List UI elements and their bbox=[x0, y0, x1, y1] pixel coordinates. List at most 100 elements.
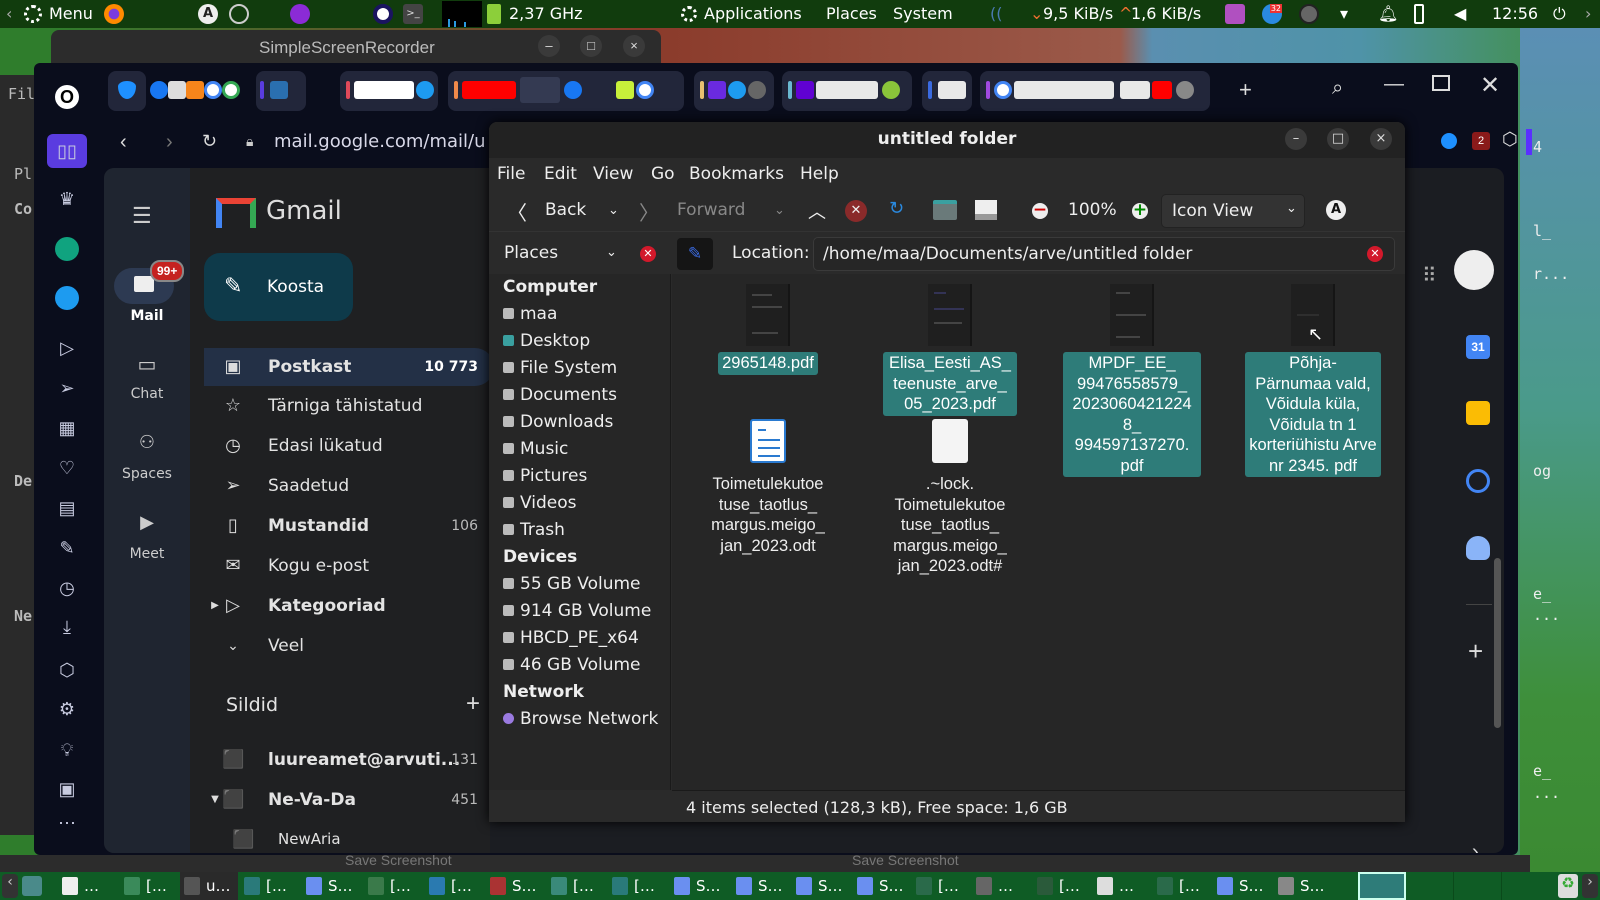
tab-group[interactable] bbox=[922, 71, 972, 111]
volume-icon[interactable]: ◀︎ bbox=[1454, 4, 1466, 23]
back-button[interactable]: ‹ bbox=[120, 131, 127, 154]
location-input[interactable]: /home/maa/Documents/arve/untitled folder… bbox=[813, 237, 1395, 271]
apps-grid-icon[interactable]: ▦ bbox=[55, 416, 79, 440]
file-item[interactable]: Elisa_Eesti_AS_ teenuste_arve_ 05_2023.p… bbox=[875, 284, 1025, 416]
side-pane-select[interactable]: Places bbox=[504, 243, 558, 263]
panel-scroll-right[interactable]: › bbox=[1585, 4, 1591, 23]
tor-browser-icon[interactable] bbox=[290, 4, 310, 24]
get-addons-button[interactable]: + bbox=[1468, 636, 1483, 667]
vpn-icon[interactable]: ▣ bbox=[55, 777, 79, 801]
gmail-logo[interactable]: Gmail bbox=[266, 196, 342, 226]
place-trash[interactable]: Trash bbox=[503, 520, 565, 540]
add-label-button[interactable]: + bbox=[466, 690, 480, 718]
chat-icon[interactable]: ▭ bbox=[104, 352, 190, 376]
stop-button[interactable]: ✕ bbox=[845, 200, 867, 222]
taskbar-window-button[interactable]: … bbox=[972, 872, 1030, 900]
telegram-icon[interactable]: 32 bbox=[1262, 4, 1282, 24]
workspace-switcher-active[interactable] bbox=[1358, 872, 1406, 900]
url-field[interactable]: mail.google.com/mail/u bbox=[274, 131, 486, 152]
place-videos[interactable]: Videos bbox=[503, 493, 577, 513]
search-app-icon[interactable]: A bbox=[198, 4, 218, 24]
nav-drafts[interactable]: ▯ Mustandid 106 bbox=[204, 507, 494, 545]
minimize-button[interactable]: — bbox=[1384, 73, 1404, 96]
nav-all-mail[interactable]: ✉ Kogu e-post bbox=[204, 547, 474, 585]
battery-icon[interactable] bbox=[1414, 4, 1424, 24]
show-side-panel-button[interactable]: › bbox=[1472, 841, 1479, 853]
taskbar-window-button[interactable]: S… bbox=[792, 872, 850, 900]
clear-location-button[interactable]: ✕ bbox=[1367, 246, 1383, 262]
title-bar[interactable]: untitled folder – □ × bbox=[489, 122, 1405, 158]
system-menu[interactable]: System bbox=[893, 4, 953, 23]
nav-starred[interactable]: ☆ Tärniga tähistatud bbox=[204, 387, 474, 425]
file-item[interactable]: Põhja- Pärnumaa vald, Võidula küla, Võid… bbox=[1238, 284, 1388, 477]
back-history-dropdown[interactable]: ⌄ bbox=[608, 203, 619, 218]
tab-group[interactable] bbox=[340, 71, 438, 111]
player-icon[interactable]: ▷ bbox=[55, 336, 79, 360]
close-button[interactable]: × bbox=[623, 35, 645, 57]
menu-go[interactable]: Go bbox=[651, 164, 675, 184]
reload-button[interactable]: ↻ bbox=[889, 198, 904, 219]
menu-file[interactable]: File bbox=[497, 164, 525, 184]
taskbar-scroll-left[interactable]: ‹ bbox=[2, 874, 18, 898]
tab-group[interactable] bbox=[980, 71, 1210, 111]
taskbar-window-button[interactable]: S… bbox=[1274, 872, 1332, 900]
wifi-icon[interactable]: ▾ bbox=[1340, 4, 1348, 23]
taskbar-window-button[interactable]: [… bbox=[425, 872, 483, 900]
maximize-button[interactable] bbox=[1432, 75, 1450, 91]
zoom-in-button[interactable]: + bbox=[1132, 202, 1148, 219]
place-pictures[interactable]: Pictures bbox=[503, 466, 587, 486]
chevron-down-icon[interactable]: ⌄ bbox=[606, 245, 617, 260]
workspace-switcher[interactable] bbox=[1454, 872, 1502, 900]
forward-button[interactable]: Forward bbox=[677, 200, 745, 220]
maximize-button[interactable]: □ bbox=[1327, 128, 1349, 150]
taskbar-window-button[interactable]: [… bbox=[240, 872, 298, 900]
forward-button[interactable]: › bbox=[166, 131, 173, 154]
label-item[interactable]: ⬛ luureamet@arvuti... 131 bbox=[204, 741, 494, 779]
device-item[interactable]: 55 GB Volume bbox=[503, 574, 641, 594]
nav-more[interactable]: ⌄ Veel bbox=[204, 627, 474, 665]
taskbar-window-button[interactable]: [… bbox=[120, 872, 178, 900]
close-button[interactable]: ✕ bbox=[1480, 71, 1500, 100]
rail-chat-label[interactable]: Chat bbox=[104, 386, 190, 402]
view-mode-select[interactable]: Icon View ⌄ bbox=[1161, 194, 1305, 228]
close-side-pane-button[interactable]: ✕ bbox=[640, 246, 656, 262]
chatgpt-icon[interactable] bbox=[55, 237, 79, 261]
file-item[interactable]: .~lock. Toimetulekutoe tuse_taotlus_ mar… bbox=[875, 419, 1025, 578]
reload-button[interactable]: ↻ bbox=[202, 131, 217, 152]
notifications-bell-icon[interactable]: 🔔︎ bbox=[1378, 4, 1398, 23]
file-item[interactable]: MPDF_EE_ 99476558579_ 2023060421224 8_ 9… bbox=[1057, 284, 1207, 477]
rail-meet-label[interactable]: Meet bbox=[104, 546, 190, 562]
tab-group[interactable] bbox=[256, 71, 306, 111]
device-item[interactable]: 914 GB Volume bbox=[503, 601, 651, 621]
show-desktop-button[interactable] bbox=[22, 876, 42, 896]
taskbar-window-button[interactable]: u… bbox=[180, 872, 238, 900]
place-downloads[interactable]: Downloads bbox=[503, 412, 613, 432]
forward-arrow-icon[interactable]: 〉 bbox=[639, 197, 659, 226]
tab-group[interactable] bbox=[448, 71, 684, 111]
main-menu-icon[interactable]: ☰ bbox=[132, 203, 152, 229]
spaces-icon[interactable]: ⚇ bbox=[104, 432, 190, 453]
calendar-icon[interactable]: 31 bbox=[1466, 335, 1490, 359]
power-icon[interactable]: ⏻ bbox=[1553, 4, 1566, 24]
place-desktop[interactable]: Desktop bbox=[503, 331, 590, 351]
extensions-cube-icon[interactable]: ⬡ bbox=[1502, 129, 1518, 150]
nav-categories[interactable]: ▶ ▷ Kategooriad bbox=[204, 587, 474, 625]
gmail-active-tab[interactable] bbox=[520, 77, 560, 103]
new-tab-button[interactable]: + bbox=[1239, 77, 1252, 103]
history-clock-icon[interactable]: ◷ bbox=[55, 576, 79, 600]
rail-mail-button[interactable]: 99+ bbox=[114, 260, 185, 304]
computer-button[interactable] bbox=[975, 200, 997, 220]
taskbar-window-button[interactable]: [… bbox=[912, 872, 970, 900]
send-icon[interactable]: ➢ bbox=[55, 376, 79, 400]
minimize-button[interactable]: – bbox=[1285, 128, 1307, 150]
place-music[interactable]: Music bbox=[503, 439, 568, 459]
rail-spaces-label[interactable]: Spaces bbox=[104, 466, 190, 482]
taskbar-window-button[interactable]: S… bbox=[302, 872, 360, 900]
nav-inbox[interactable]: ▣ Postkast 10 773 bbox=[204, 348, 494, 386]
close-button[interactable]: × bbox=[1370, 128, 1392, 150]
audio-app-icon[interactable] bbox=[1225, 4, 1245, 24]
workspace-switcher[interactable] bbox=[1406, 872, 1454, 900]
taskbar-window-button[interactable]: [… bbox=[1033, 872, 1091, 900]
applications-menu[interactable]: Applications bbox=[704, 4, 802, 23]
taskbar-window-button[interactable]: S… bbox=[1213, 872, 1271, 900]
